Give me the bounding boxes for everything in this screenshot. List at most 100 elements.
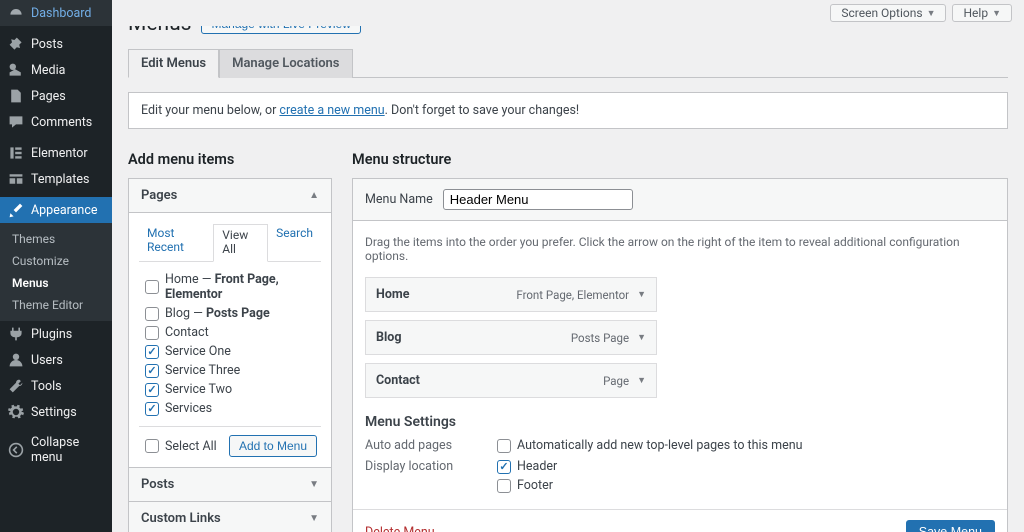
menu-name-input[interactable] [443, 189, 633, 210]
checkbox[interactable] [145, 307, 159, 321]
media-icon [8, 62, 24, 78]
subtab-most-recent[interactable]: Most Recent [139, 223, 213, 261]
sidebar-item-label: Posts [31, 37, 63, 52]
sidebar-item-label: Elementor [31, 146, 88, 161]
submenu-themes[interactable]: Themes [0, 228, 112, 250]
collapse-icon [8, 442, 24, 458]
tab-edit-menus[interactable]: Edit Menus [128, 49, 219, 78]
gear-icon [8, 404, 24, 420]
page-label: Services [165, 401, 212, 416]
checkbox[interactable] [145, 439, 159, 453]
submenu-customize[interactable]: Customize [0, 250, 112, 272]
sidebar-item-collapse[interactable]: Collapse menu [0, 430, 112, 470]
menu-item[interactable]: Blog Posts Page▼ [365, 320, 657, 355]
sidebar-item-pages[interactable]: Pages [0, 83, 112, 109]
sidebar-item-media[interactable]: Media [0, 57, 112, 83]
chevron-down-icon[interactable]: ▼ [637, 289, 646, 300]
screen-options-button[interactable]: Screen Options ▼ [830, 4, 946, 22]
sidebar-item-label: Templates [31, 172, 89, 187]
sidebar-item-label: Appearance [31, 203, 98, 218]
sidebar-item-users[interactable]: Users [0, 347, 112, 373]
page-checkbox-row[interactable]: Service Two [139, 380, 321, 399]
auto-add-option[interactable]: Automatically add new top-level pages to… [497, 438, 803, 453]
page-checkbox-row[interactable]: Service One [139, 342, 321, 361]
chevron-down-icon[interactable]: ▼ [637, 332, 646, 343]
accordion-posts-toggle[interactable]: Posts ▼ [129, 468, 331, 501]
tab-manage-locations[interactable]: Manage Locations [219, 49, 352, 78]
accordion-custom-links-toggle[interactable]: Custom Links ▼ [129, 502, 331, 532]
page-checkbox-row[interactable]: Home — Front Page, Elementor [139, 270, 321, 304]
menu-item-type: Front Page, Elementor [516, 288, 629, 302]
page-checkbox-row[interactable]: Contact [139, 323, 321, 342]
checkbox[interactable] [497, 439, 511, 453]
sidebar-item-posts[interactable]: Posts [0, 31, 112, 57]
accordion-title: Pages [141, 188, 177, 203]
sidebar-item-templates[interactable]: Templates [0, 166, 112, 192]
checkbox[interactable] [497, 479, 511, 493]
sidebar-item-label: Pages [31, 89, 66, 104]
location-option-header[interactable]: Header [497, 459, 557, 474]
checkbox[interactable] [145, 345, 159, 359]
sidebar-item-appearance[interactable]: Appearance [0, 197, 112, 223]
comment-icon [8, 114, 24, 130]
page-title: Menus [128, 26, 191, 36]
delete-menu-link[interactable]: Delete Menu [365, 525, 435, 532]
location-option-footer[interactable]: Footer [497, 478, 557, 493]
sidebar-item-label: Settings [31, 405, 77, 420]
page-checkbox-row[interactable]: Services [139, 399, 321, 418]
submenu-theme-editor[interactable]: Theme Editor [0, 294, 112, 316]
admin-sidebar: Dashboard Posts Media Pages Comments Ele… [0, 0, 112, 532]
sidebar-item-settings[interactable]: Settings [0, 399, 112, 425]
accordion-title: Custom Links [141, 511, 221, 526]
save-menu-button[interactable]: Save Menu [906, 520, 995, 532]
page-label: Contact [165, 325, 209, 340]
submenu-menus[interactable]: Menus [0, 272, 112, 294]
menu-item[interactable]: Home Front Page, Elementor▼ [365, 277, 657, 312]
sidebar-item-elementor[interactable]: Elementor [0, 140, 112, 166]
drag-hint: Drag the items into the order you prefer… [365, 235, 995, 263]
gauge-icon [8, 5, 24, 21]
checkbox[interactable] [145, 280, 159, 294]
checkbox[interactable] [145, 326, 159, 340]
sidebar-item-label: Comments [31, 115, 92, 130]
menu-structure-heading: Menu structure [352, 151, 1008, 168]
menu-settings-heading: Menu Settings [365, 414, 995, 430]
checkbox[interactable] [145, 402, 159, 416]
checkbox[interactable] [145, 364, 159, 378]
accordion-pages: Pages ▲ Most Recent View All Search Home… [128, 178, 332, 468]
sidebar-item-comments[interactable]: Comments [0, 109, 112, 135]
nav-tabs: Edit Menus Manage Locations [128, 48, 1008, 78]
pages-list: Home — Front Page, Elementor Blog — Post… [139, 270, 321, 418]
pages-subtabs: Most Recent View All Search [139, 223, 321, 262]
auto-add-label: Auto add pages [365, 438, 497, 453]
main-content: Screen Options ▼ Help ▼ Menus Manage wit… [112, 0, 1024, 532]
subtab-view-all[interactable]: View All [213, 224, 268, 262]
wrench-icon [8, 378, 24, 394]
checkbox[interactable] [145, 383, 159, 397]
menu-structure-box: Menu Name Drag the items into the order … [352, 178, 1008, 532]
create-menu-link[interactable]: create a new menu [279, 103, 384, 118]
sidebar-item-dashboard[interactable]: Dashboard [0, 0, 112, 26]
menu-name-label: Menu Name [365, 192, 433, 207]
select-all-row[interactable]: Select All [145, 439, 217, 454]
subtab-search[interactable]: Search [268, 223, 321, 261]
sidebar-item-plugins[interactable]: Plugins [0, 321, 112, 347]
menu-item-type: Page [603, 374, 629, 388]
page-checkbox-row[interactable]: Blog — Posts Page [139, 304, 321, 323]
accordion-pages-toggle[interactable]: Pages ▲ [129, 179, 331, 213]
menu-item[interactable]: Contact Page▼ [365, 363, 657, 398]
checkbox[interactable] [497, 460, 511, 474]
page-checkbox-row[interactable]: Service Three [139, 361, 321, 380]
location-text: Footer [517, 478, 553, 493]
display-location-label: Display location [365, 459, 497, 493]
live-preview-button[interactable]: Manage with Live Preview [201, 26, 360, 34]
user-icon [8, 352, 24, 368]
sidebar-item-label: Dashboard [31, 6, 91, 21]
chevron-down-icon[interactable]: ▼ [637, 375, 646, 386]
help-button[interactable]: Help ▼ [952, 4, 1012, 22]
add-to-menu-button[interactable]: Add to Menu [229, 435, 317, 457]
chevron-down-icon: ▼ [927, 8, 936, 19]
sidebar-item-tools[interactable]: Tools [0, 373, 112, 399]
chevron-down-icon: ▼ [992, 8, 1001, 19]
screen-options-label: Screen Options [841, 6, 922, 20]
